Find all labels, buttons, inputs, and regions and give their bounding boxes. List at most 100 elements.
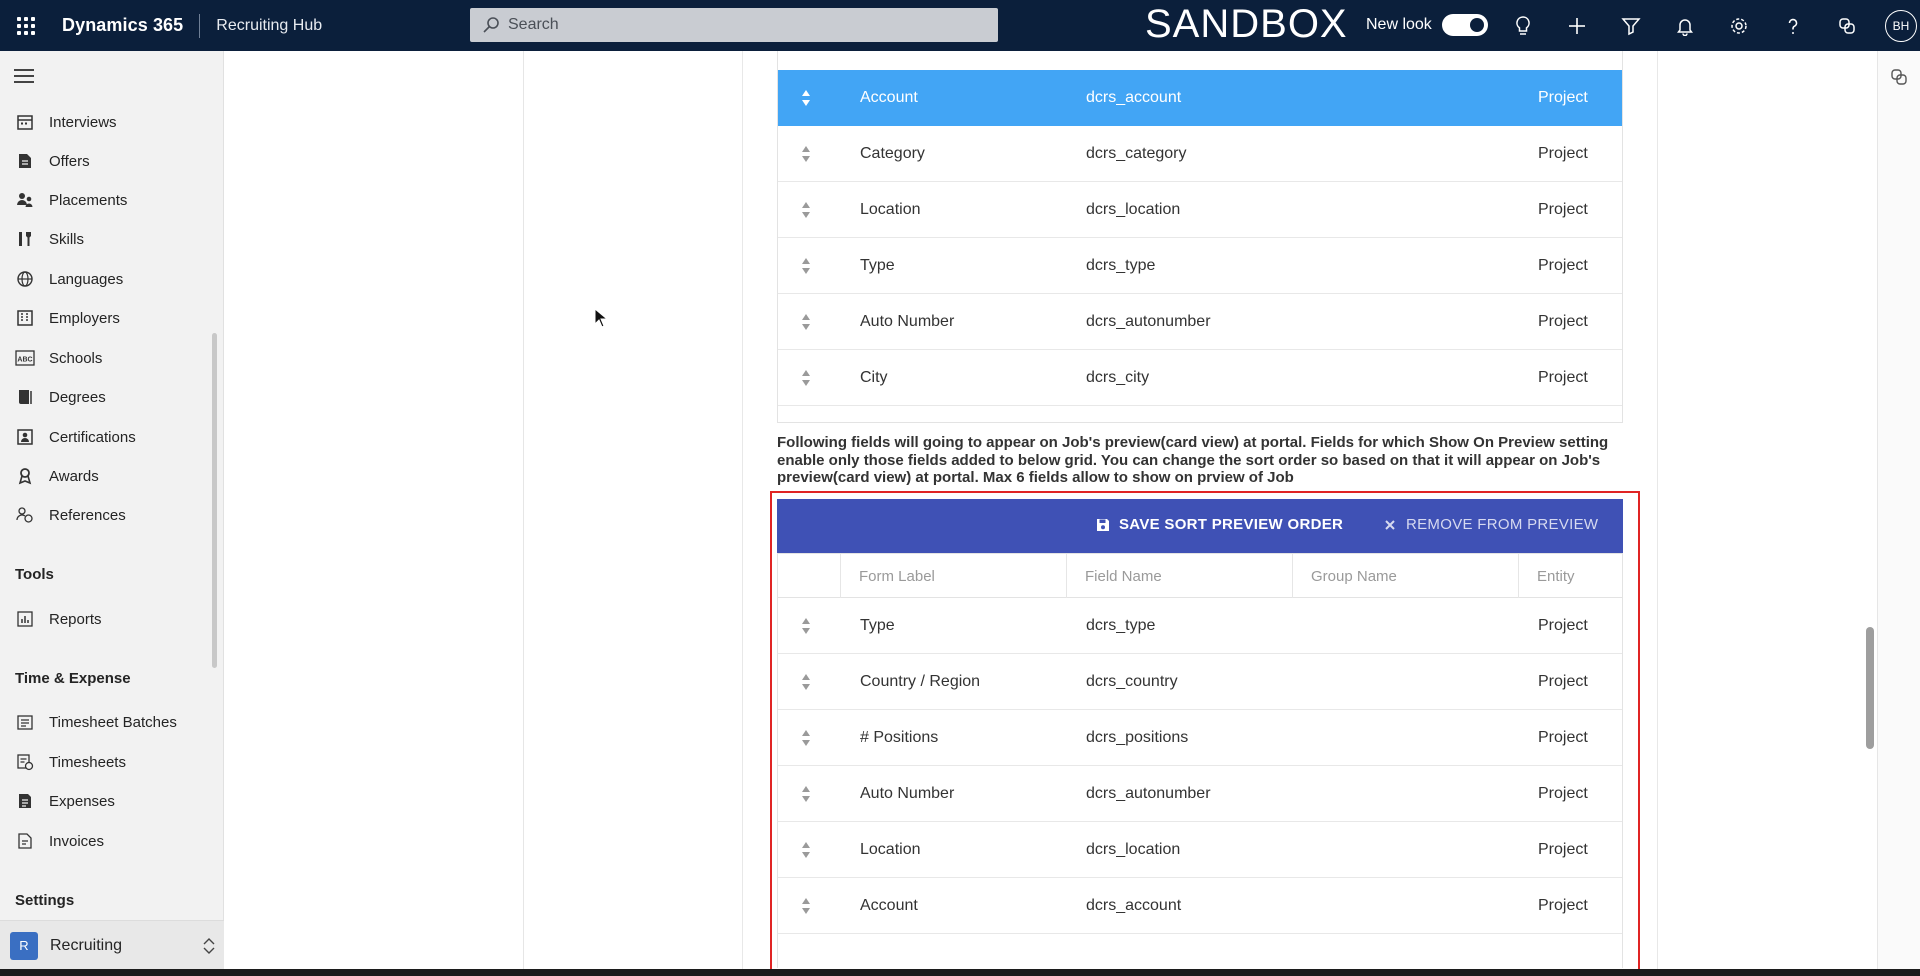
info-line: preview(card view) at portal. Max 6 fiel… [777, 469, 1294, 486]
tools-icon [15, 229, 35, 249]
sidebar-item-label: Timesheet Batches [49, 713, 177, 731]
drag-handle-icon[interactable] [801, 369, 811, 387]
drag-handle-icon[interactable] [801, 89, 811, 107]
sidebar-scrollbar[interactable] [212, 333, 217, 668]
environment-label: SANDBOX [1145, 2, 1348, 46]
sidebar-item-label: Certifications [49, 428, 136, 446]
app-name[interactable]: Recruiting Hub [200, 17, 455, 35]
bell-icon[interactable] [1672, 13, 1698, 39]
user-avatar[interactable]: BH [1885, 10, 1917, 42]
sidebar-item-label: Awards [49, 467, 99, 485]
timesheet-icon [15, 752, 35, 772]
batch-icon [15, 712, 35, 732]
app-launcher-button[interactable] [0, 0, 52, 51]
cell-form-label: Location [860, 200, 921, 218]
sidebar-item-employers[interactable]: Employers [0, 301, 210, 335]
search-placeholder: Search [508, 16, 559, 33]
gear-icon[interactable] [1726, 13, 1752, 39]
sidebar-item-offers[interactable]: Offers [0, 144, 210, 178]
hamburger-icon[interactable] [14, 69, 34, 87]
sidebar-item-languages[interactable]: Languages [0, 262, 210, 296]
award-icon [15, 466, 35, 486]
svg-text:ABC: ABC [17, 357, 32, 364]
sidebar-item-label: Employers [49, 309, 120, 327]
cell-form-label: Type [860, 256, 895, 274]
cell-entity: Project [1538, 256, 1588, 274]
drag-handle-icon[interactable] [801, 313, 811, 331]
app-window: Dynamics 365 Recruiting Hub Search SANDB… [0, 0, 1920, 976]
drag-handle-icon[interactable] [801, 257, 811, 275]
table-row[interactable]: City dcrs_city Project [778, 350, 1622, 406]
certificate-icon [15, 427, 35, 447]
globe-icon [15, 269, 35, 289]
bottom-edge [0, 969, 1920, 976]
table-row[interactable]: Account dcrs_account Project [778, 70, 1622, 126]
new-look-toggle[interactable] [1442, 14, 1488, 36]
right-rail [1877, 51, 1920, 969]
sidebar-item-skills[interactable]: Skills [0, 222, 210, 256]
sidebar-item-label: Reports [49, 610, 102, 628]
sidebar-item-label: Offers [49, 152, 90, 170]
cell-entity: Project [1538, 368, 1588, 386]
area-label: Recruiting [50, 936, 123, 954]
copilot-pane-icon[interactable] [1889, 67, 1909, 92]
highlight-annotation-box [770, 491, 1640, 971]
sidebar-item-label: Invoices [49, 832, 105, 850]
chevron-up-down-icon [194, 931, 224, 961]
sidebar-item-placements[interactable]: Placements [0, 183, 210, 217]
expense-icon [15, 791, 35, 811]
book-icon [15, 387, 35, 407]
main-scrollbar-thumb[interactable] [1866, 627, 1874, 749]
sidebar-item-degrees[interactable]: Degrees [0, 380, 210, 414]
drag-handle-icon[interactable] [801, 145, 811, 163]
info-line: Following fields will going to appear on… [777, 434, 1609, 451]
building-icon [15, 308, 35, 328]
new-look-label: New look [1366, 16, 1432, 33]
table-row[interactable]: Type dcrs_type Project [778, 238, 1622, 294]
sidebar-item-reports[interactable]: Reports [0, 602, 210, 636]
sidebar-item-label: Interviews [49, 113, 117, 131]
sidebar-item-label: Timesheets [49, 753, 126, 771]
nav-group-settings: Settings [15, 892, 75, 909]
sidebar-item-timesheet-batches[interactable]: Timesheet Batches [0, 705, 210, 739]
fields-grid: Account dcrs_account Project Category dc… [777, 51, 1623, 423]
sidebar-item-schools[interactable]: ABC Schools [0, 341, 210, 375]
sidebar-item-label: Degrees [49, 388, 106, 406]
filter-icon[interactable] [1618, 13, 1644, 39]
sidebar-item-references[interactable]: References [0, 498, 210, 532]
lightbulb-icon[interactable] [1510, 13, 1536, 39]
brand-title[interactable]: Dynamics 365 [52, 15, 199, 36]
copilot-icon[interactable] [1834, 13, 1860, 39]
sidebar-item-expenses[interactable]: Expenses [0, 784, 210, 818]
table-row[interactable]: Auto Number dcrs_autonumber Project [778, 294, 1622, 350]
area-switcher[interactable]: R Recruiting [0, 920, 224, 970]
search-input[interactable]: Search [470, 8, 998, 42]
cell-form-label: Auto Number [860, 312, 955, 330]
plus-icon[interactable] [1564, 13, 1590, 39]
report-icon [15, 609, 35, 629]
sidebar-item-invoices[interactable]: Invoices [0, 824, 210, 858]
nav-group-tools: Tools [15, 566, 54, 583]
sidebar-item-label: Languages [49, 270, 124, 288]
people-icon [15, 190, 35, 210]
sidebar-item-timesheets[interactable]: Timesheets [0, 745, 210, 779]
document-icon [15, 151, 35, 171]
cell-entity: Project [1538, 200, 1588, 218]
sidebar-item-label: References [49, 506, 126, 524]
sidebar-item-interviews[interactable]: Interviews [0, 105, 210, 139]
info-line: enable only those fields added to below … [777, 451, 1601, 469]
sidebar-item-awards[interactable]: Awards [0, 459, 210, 493]
cell-field-name: dcrs_location [1086, 200, 1181, 218]
table-row[interactable]: Location dcrs_location Project [778, 182, 1622, 238]
sidebar-item-label: Placements [49, 191, 128, 209]
help-icon[interactable] [1780, 13, 1806, 39]
cell-entity: Project [1538, 312, 1588, 330]
search-icon [483, 17, 499, 33]
nav-group-time-expense: Time & Expense [15, 670, 131, 687]
table-row[interactable]: Category dcrs_category Project [778, 126, 1622, 182]
drag-handle-icon[interactable] [801, 201, 811, 219]
cell-field-name: dcrs_city [1086, 368, 1150, 386]
cell-field-name: dcrs_autonumber [1086, 312, 1211, 330]
sidebar-item-certifications[interactable]: Certifications [0, 420, 210, 454]
cell-form-label: Category [860, 144, 925, 162]
